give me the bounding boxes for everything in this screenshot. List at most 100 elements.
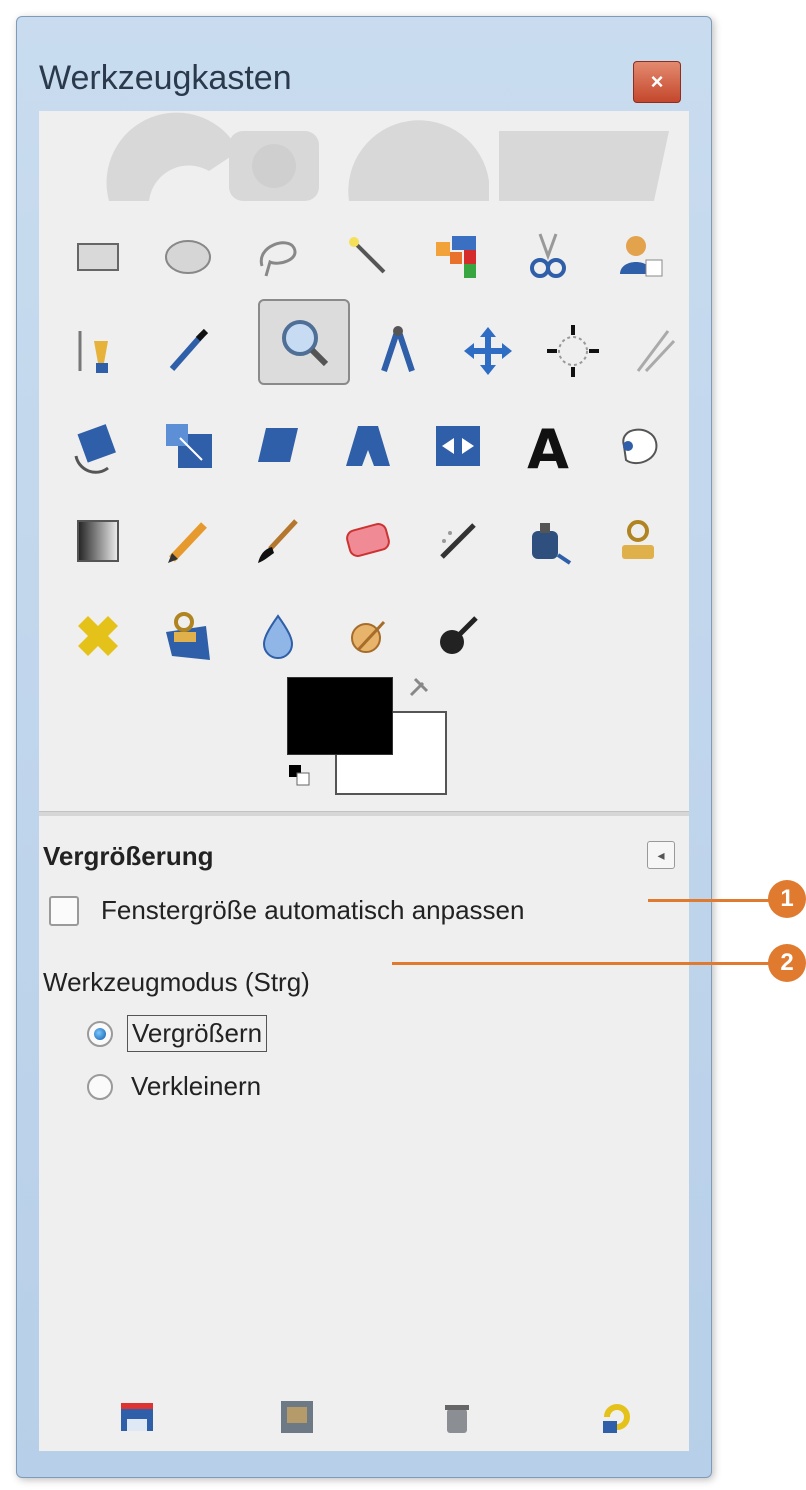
default-colors-icon[interactable] [287, 763, 313, 789]
svg-text:A: A [527, 418, 569, 476]
paths-tool[interactable] [53, 306, 143, 396]
color-picker-icon [169, 328, 209, 371]
foreground-color-swatch[interactable] [287, 677, 393, 755]
zoom-tool[interactable] [258, 299, 350, 385]
ellipse-select-icon [165, 240, 211, 274]
menu-arrow-icon: ◂ [657, 846, 665, 863]
fuzzy-select-tool[interactable] [323, 211, 413, 301]
blur-sharpen-tool[interactable] [233, 591, 323, 681]
reset-icon [603, 1404, 630, 1433]
crop-tool[interactable] [609, 306, 699, 396]
swap-colors-icon[interactable] [405, 671, 435, 701]
smudge-tool[interactable] [323, 591, 413, 681]
save-preset-icon [121, 1403, 153, 1431]
rotate-tool[interactable] [53, 401, 143, 491]
fuzzy-select-icon [349, 237, 386, 274]
close-button[interactable]: × [633, 61, 681, 103]
delete-preset-button[interactable] [435, 1395, 479, 1439]
dodge-burn-tool[interactable] [413, 591, 503, 681]
perspective-clone-tool[interactable] [143, 591, 233, 681]
zoom-in-radio-row[interactable]: Vergrößern [87, 1015, 268, 1052]
dodge-burn-icon [440, 616, 478, 654]
blur-sharpen-icon [262, 614, 294, 659]
callout-line-2 [392, 962, 776, 965]
scissors-select-icon [530, 233, 566, 278]
scissors-select-tool[interactable] [503, 211, 593, 301]
color-picker-tool[interactable] [143, 306, 233, 396]
select-by-color-tool[interactable] [413, 211, 503, 301]
callout-line-1 [648, 899, 776, 902]
crop-icon [636, 330, 676, 373]
scale-icon [166, 424, 212, 468]
restore-preset-button[interactable] [275, 1395, 319, 1439]
zoom-in-label[interactable]: Vergrößern [127, 1015, 268, 1052]
toolbox-client: A Vergrößerung ◂ Fenstergröße automatisc… [39, 111, 689, 1451]
perspective-tool[interactable] [323, 401, 413, 491]
rotate-icon [74, 424, 116, 474]
titlebar: Werkzeugkasten × [17, 17, 711, 111]
perspective-icon [346, 426, 390, 466]
blend-icon [77, 520, 119, 562]
rect-select-icon [77, 243, 119, 271]
zoom-icon [282, 320, 329, 367]
ink-icon [532, 523, 572, 565]
clone-tool[interactable] [593, 496, 683, 586]
heal-tool[interactable] [53, 591, 143, 681]
paths-icon [78, 331, 108, 373]
paintbrush-icon [258, 519, 298, 563]
tool-options-title: Vergrößerung [43, 841, 214, 871]
separator [39, 811, 689, 816]
close-icon: × [650, 69, 664, 94]
restore-preset-icon [281, 1401, 313, 1433]
zoom-out-radio-row[interactable]: Verkleinern [87, 1069, 265, 1104]
alignment-icon [547, 325, 599, 377]
measure-icon [381, 326, 415, 372]
airbrush-icon [440, 523, 476, 559]
alignment-tool[interactable] [528, 306, 618, 396]
measure-tool[interactable] [353, 306, 443, 396]
pencil-tool[interactable] [143, 496, 233, 586]
callout-1: 1 [768, 880, 806, 918]
save-preset-button[interactable] [115, 1395, 159, 1439]
auto-resize-row[interactable]: Fenstergröße automatisch anpassen [49, 895, 524, 926]
text-icon: A [527, 418, 569, 476]
toolbox-window: Werkzeugkasten × A Vergrößerung ◂ Fenste… [16, 16, 712, 1478]
cage-transform-tool[interactable] [593, 401, 683, 491]
flip-icon [436, 426, 480, 466]
move-icon [464, 327, 512, 375]
airbrush-tool[interactable] [413, 496, 503, 586]
auto-resize-checkbox[interactable] [49, 895, 79, 926]
scale-tool[interactable] [143, 401, 233, 491]
reset-button[interactable] [595, 1395, 639, 1439]
paintbrush-tool[interactable] [233, 496, 323, 586]
foreground-select-tool[interactable] [593, 211, 683, 301]
tool-options-menu-button[interactable]: ◂ [647, 841, 675, 869]
cage-transform-icon [622, 428, 658, 465]
blend-tool[interactable] [53, 496, 143, 586]
ink-tool[interactable] [503, 496, 593, 586]
free-select-icon [259, 241, 297, 277]
ellipse-select-tool[interactable] [143, 211, 233, 301]
select-by-color-icon [436, 236, 476, 278]
zoom-in-radio[interactable] [87, 1020, 113, 1047]
zoom-out-radio[interactable] [87, 1073, 113, 1100]
free-select-tool[interactable] [233, 211, 323, 301]
eraser-tool[interactable] [323, 496, 413, 586]
tool-mode-label: Werkzeugmodus (Strg) [43, 967, 310, 997]
move-tool[interactable] [443, 306, 533, 396]
flip-tool[interactable] [413, 401, 503, 491]
rect-select-tool[interactable] [53, 211, 143, 301]
color-area [287, 671, 457, 801]
delete-preset-icon [445, 1405, 469, 1433]
callout-2: 2 [768, 944, 806, 982]
foreground-select-icon [620, 236, 663, 277]
auto-resize-label[interactable]: Fenstergröße automatisch anpassen [101, 895, 524, 926]
text-tool[interactable]: A [503, 401, 593, 491]
shear-icon [258, 428, 298, 462]
pencil-icon [168, 522, 207, 563]
clone-icon [622, 520, 654, 559]
zoom-out-label[interactable]: Verkleinern [127, 1069, 265, 1104]
smudge-icon [351, 620, 386, 653]
perspective-clone-icon [166, 612, 210, 660]
shear-tool[interactable] [233, 401, 323, 491]
